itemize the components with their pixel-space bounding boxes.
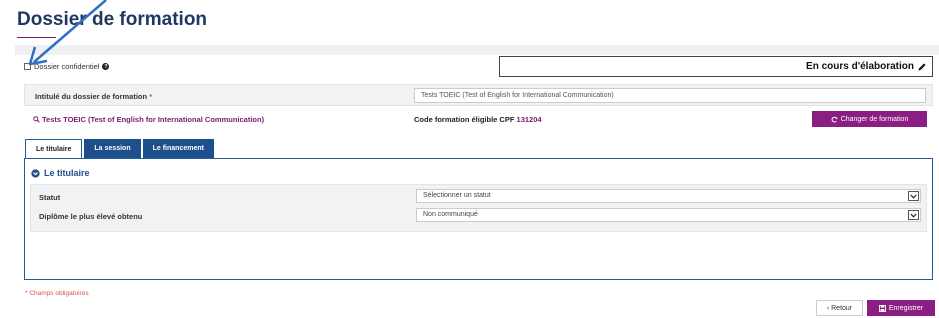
required-fields-note: * Champs obligatoires (25, 290, 89, 297)
change-course-label: Changer de formation (840, 115, 909, 123)
status-label: En cours d'élaboration (806, 61, 914, 72)
course-link-label: Tests TOEIC (Test of English for Interna… (42, 115, 265, 124)
section-title: Le titulaire (44, 168, 90, 178)
pencil-icon[interactable] (917, 62, 927, 72)
dossier-title-panel: Intitulé du dossier de formation * Tests… (24, 84, 933, 106)
tab-panel-titulaire: Le titulaire Statut Sélectionner un stat… (24, 158, 933, 280)
confidential-checkbox-row[interactable]: Dossier confidentiel ? (24, 62, 110, 71)
statut-label: Statut (39, 193, 61, 202)
course-row: Tests TOEIC (Test of English for Interna… (24, 111, 933, 129)
search-icon (33, 116, 40, 123)
statut-select[interactable]: Sélectionner un statut (416, 189, 921, 203)
back-button[interactable]: ‹ Retour (816, 300, 863, 316)
tab-financement[interactable]: Le financement (142, 139, 214, 158)
diplome-label: Diplôme le plus élevé obtenu (39, 212, 143, 221)
confidential-checkbox[interactable] (24, 63, 31, 70)
cpf-code-value: 131204 (516, 115, 542, 124)
chevron-circle-down-icon (31, 168, 40, 178)
chevron-down-icon[interactable] (908, 191, 919, 201)
chevron-down-icon[interactable] (908, 210, 919, 220)
status-display[interactable]: En cours d'élaboration (499, 56, 933, 77)
diplome-select-value: Non communiqué (423, 211, 478, 218)
header-band (15, 45, 939, 55)
save-button[interactable]: Enregistrer (867, 300, 935, 316)
required-marker: * (149, 92, 153, 101)
diplome-select[interactable]: Non communiqué (416, 208, 921, 222)
tab-titulaire[interactable]: Le titulaire (25, 139, 83, 159)
title-underline (17, 37, 56, 38)
cpf-code: Code formation éligible CPF 131204 (414, 115, 542, 124)
confidential-label: Dossier confidentiel (34, 62, 100, 71)
section-header[interactable]: Le titulaire (31, 168, 90, 178)
change-course-button[interactable]: Changer de formation (812, 111, 927, 127)
floppy-disk-icon (878, 304, 886, 312)
statut-select-value: Sélectionner un statut (423, 192, 491, 199)
refresh-icon (831, 116, 837, 122)
dossier-title-input[interactable]: Tests TOEIC (Test of English for Interna… (414, 88, 926, 103)
dossier-title-label: Intitulé du dossier de formation * (35, 92, 153, 101)
save-button-label: Enregistrer (888, 304, 924, 312)
tab-session[interactable]: La session (84, 139, 141, 158)
page-title: Dossier de formation (17, 9, 208, 30)
course-link[interactable]: Tests TOEIC (Test of English for Interna… (33, 115, 264, 124)
titulaire-fields: Statut Sélectionner un statut Diplôme le… (30, 184, 927, 232)
question-circle-icon[interactable]: ? (102, 63, 110, 70)
tab-bar: Le titulaire La session Le financement (25, 139, 214, 159)
